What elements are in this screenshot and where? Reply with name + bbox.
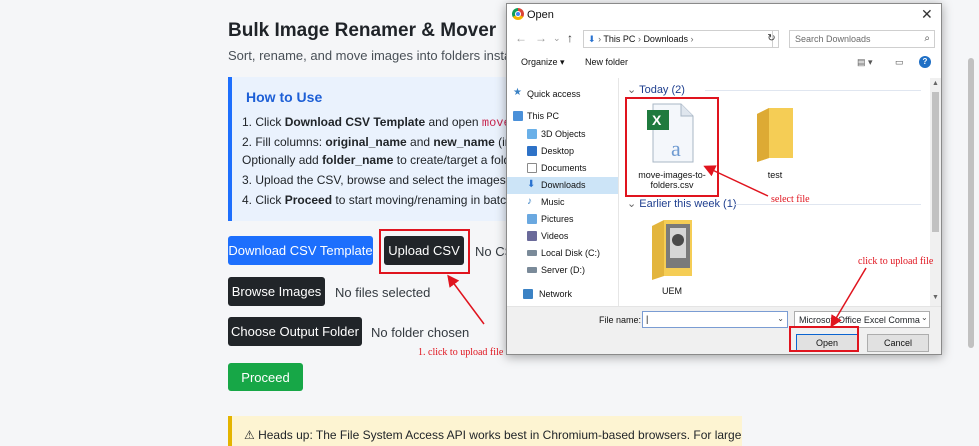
arrow-to-file	[703, 165, 769, 197]
arrow-to-open	[830, 267, 867, 328]
arrow-to-upload	[447, 274, 485, 325]
annotation-arrows	[447, 165, 867, 328]
